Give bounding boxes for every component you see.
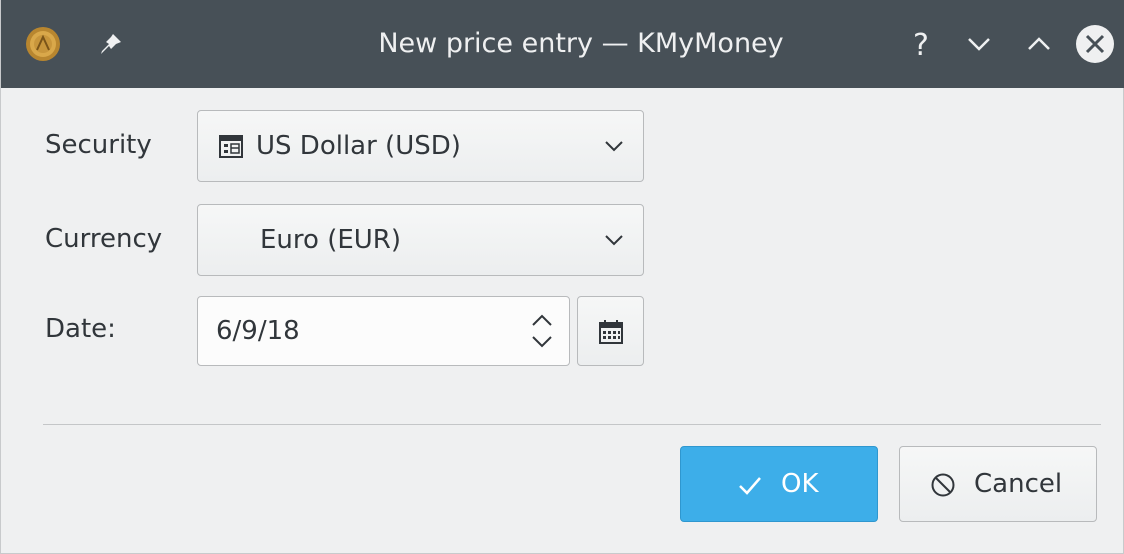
currency-combobox[interactable]: Euro (EUR) [197,204,644,276]
close-icon[interactable] [1075,24,1115,64]
title-bar[interactable]: New price entry — KMyMoney ? [1,0,1124,88]
security-label: Security [45,130,152,160]
currency-label: Currency [45,224,163,254]
window-title: New price entry — KMyMoney [378,28,784,59]
date-label: Date: [45,314,116,344]
chevron-down-icon [603,231,625,249]
maximize-icon[interactable] [1019,24,1059,64]
help-glyph: ? [913,28,929,63]
ok-button[interactable]: OK [680,446,878,522]
checkmark-icon [737,472,763,498]
cancel-label: Cancel [974,469,1063,499]
date-value: 6/9/18 [216,316,300,346]
button-separator [43,424,1101,425]
ok-label: OK [781,469,819,499]
cancel-icon [930,472,956,498]
new-price-entry-dialog: New price entry — KMyMoney ? Security US… [0,0,1124,554]
calendar-button[interactable] [577,296,644,366]
security-combobox[interactable]: US Dollar (USD) [197,110,644,182]
pin-icon[interactable] [97,30,125,58]
security-icon [218,133,244,159]
security-value: US Dollar (USD) [256,131,461,161]
kmymoney-app-icon[interactable] [25,26,61,62]
chevron-down-icon [603,137,625,155]
date-input[interactable]: 6/9/18 [197,296,570,366]
calendar-icon [599,320,623,344]
cancel-button[interactable]: Cancel [899,446,1097,522]
currency-value: Euro (EUR) [260,225,402,255]
minimize-icon[interactable] [959,24,999,64]
spin-updown-icon[interactable] [529,309,555,353]
help-icon[interactable]: ? [901,24,941,64]
